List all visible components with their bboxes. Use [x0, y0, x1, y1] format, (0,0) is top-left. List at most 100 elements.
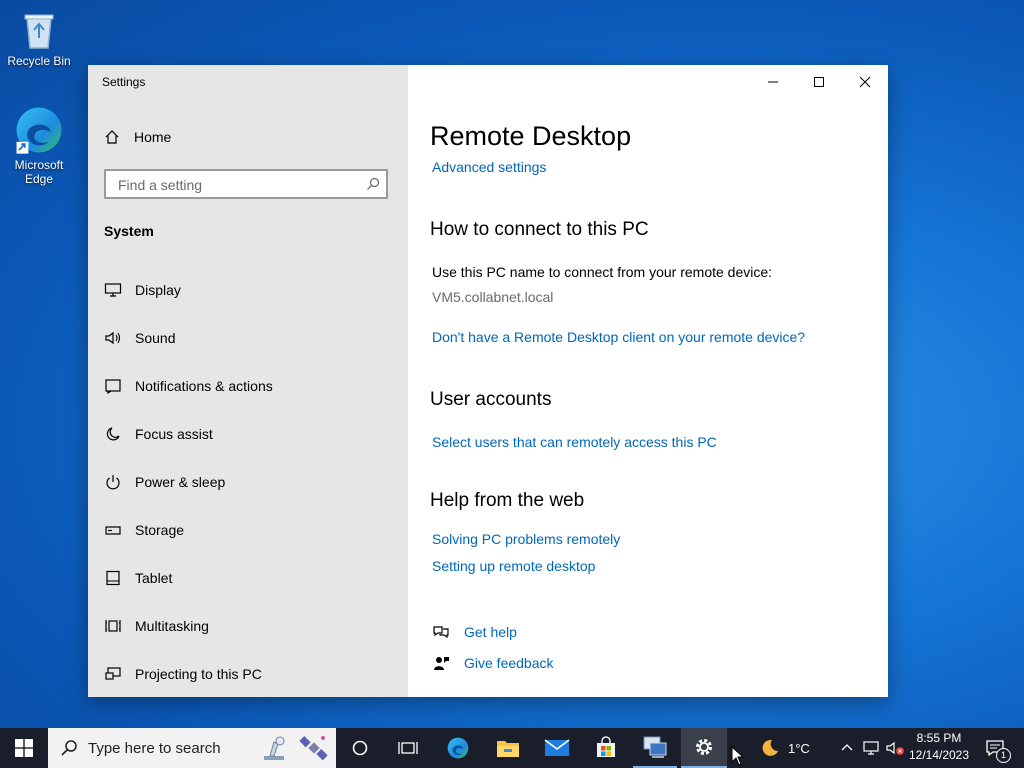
- speaker-icon: [104, 329, 122, 347]
- taskbar-search[interactable]: Type here to search: [48, 728, 336, 768]
- taskbar: Type here to search 1°C 8:55 PM 12/14/20…: [0, 728, 1024, 768]
- feedback-icon: [434, 657, 449, 670]
- monitor-icon: [104, 281, 122, 299]
- connect-heading: How to connect to this PC: [430, 219, 649, 240]
- sidebar-item-label: Notifications & actions: [135, 378, 273, 394]
- search-box[interactable]: [104, 169, 388, 199]
- show-hidden-icons-button[interactable]: [838, 728, 856, 768]
- sidebar-item-label: Projecting to this PC: [135, 666, 262, 682]
- advanced-settings-link[interactable]: Advanced settings: [432, 159, 546, 175]
- sidebar-item-notifications[interactable]: Notifications & actions: [104, 374, 273, 398]
- cortana-icon: [352, 740, 368, 756]
- sidebar-item-tablet[interactable]: Tablet: [104, 566, 172, 590]
- home-icon: [105, 130, 119, 144]
- search-icon: [61, 740, 77, 756]
- taskbar-file-explorer[interactable]: [486, 728, 530, 768]
- connect-text: Use this PC name to connect from your re…: [432, 264, 773, 280]
- satellite-icon: [299, 736, 328, 761]
- get-help-label: Get help: [464, 624, 517, 640]
- sidebar-item-label: Multitasking: [135, 618, 209, 634]
- sidebar-item-label: Tablet: [135, 570, 173, 586]
- sidebar-item-label: Power & sleep: [135, 474, 226, 490]
- windows-logo-icon: [15, 739, 33, 757]
- client-link[interactable]: Don't have a Remote Desktop client on yo…: [432, 329, 805, 345]
- task-view-icon: [398, 742, 418, 754]
- web-heading: Help from the web: [430, 490, 585, 511]
- get-help-link[interactable]: Get help: [432, 624, 517, 640]
- sidebar-item-home[interactable]: Home: [104, 129, 171, 145]
- power-icon: [104, 473, 122, 491]
- clock-date: 12/14/2023: [908, 748, 970, 762]
- settings-window: Settings Home System Display: [88, 65, 888, 697]
- desktop-icon-recycle-bin[interactable]: Recycle Bin: [3, 8, 75, 68]
- search-icon: [367, 177, 380, 190]
- pc-name: VM5.collabnet.local: [432, 289, 554, 305]
- select-users-link[interactable]: Select users that can remotely access th…: [432, 434, 717, 450]
- chevron-up-icon: [841, 744, 853, 751]
- close-icon: [859, 76, 871, 88]
- desktop-icon-label: Microsoft Edge: [14, 158, 64, 186]
- give-feedback-label: Give feedback: [464, 655, 554, 671]
- start-button[interactable]: [0, 728, 48, 768]
- mouse-cursor-icon: [731, 746, 745, 766]
- minimize-button[interactable]: [763, 73, 783, 91]
- microscope-icon: [264, 736, 285, 760]
- accounts-heading: User accounts: [430, 389, 552, 410]
- tablet-icon: [104, 569, 122, 587]
- taskbar-edge[interactable]: [436, 728, 480, 768]
- taskbar-settings[interactable]: [681, 728, 727, 768]
- sidebar-item-label: Storage: [135, 522, 185, 538]
- clock-time: 8:55 PM: [916, 731, 962, 745]
- sidebar-item-projecting[interactable]: Projecting to this PC: [104, 662, 262, 686]
- mail-icon: [544, 739, 570, 756]
- sidebar-item-focus-assist[interactable]: Focus assist: [104, 422, 213, 446]
- volume-button[interactable]: [884, 728, 906, 768]
- weather-temp: 1°C: [788, 740, 810, 756]
- projecting-icon: [104, 665, 122, 683]
- sidebar-item-label: Display: [135, 282, 181, 298]
- sidebar: Settings Home System Display: [88, 65, 408, 697]
- maximize-icon: [814, 77, 824, 87]
- sidebar-item-storage[interactable]: Storage: [104, 518, 184, 542]
- page-title: Remote Desktop: [430, 121, 632, 151]
- notification-icon: [104, 377, 122, 395]
- moon-weather-icon: [762, 739, 778, 756]
- sidebar-item-power-sleep[interactable]: Power & sleep: [104, 470, 225, 494]
- desktop-icon-edge[interactable]: Microsoft Edge: [3, 104, 75, 186]
- sidebar-item-display[interactable]: Display: [104, 278, 181, 302]
- moon-icon: [104, 425, 122, 443]
- setup-remote-link[interactable]: Setting up remote desktop: [432, 558, 595, 574]
- volume-muted-icon: [886, 741, 904, 755]
- storage-icon: [104, 521, 122, 539]
- action-center-button[interactable]: 1: [978, 728, 1012, 768]
- edge-icon: [16, 107, 62, 154]
- minimize-icon: [768, 81, 778, 83]
- sidebar-item-label: Focus assist: [135, 426, 213, 442]
- clock[interactable]: 8:55 PM 12/14/2023: [906, 731, 972, 762]
- solving-problems-link[interactable]: Solving PC problems remotely: [432, 531, 620, 547]
- chat-help-icon: [433, 626, 449, 639]
- edge-icon: [447, 737, 469, 759]
- search-input[interactable]: [116, 176, 360, 194]
- gear-icon: [696, 739, 712, 755]
- taskbar-store[interactable]: [584, 728, 628, 768]
- taskbar-search-placeholder: Type here to search: [88, 739, 221, 757]
- taskbar-mail[interactable]: [535, 728, 579, 768]
- maximize-button[interactable]: [809, 73, 829, 91]
- close-button[interactable]: [855, 73, 875, 91]
- network-button[interactable]: [860, 728, 882, 768]
- sidebar-item-multitasking[interactable]: Multitasking: [104, 614, 209, 638]
- main-content: Remote Desktop Advanced settings How to …: [408, 65, 888, 697]
- recycle-bin-icon: [24, 14, 54, 49]
- notification-badge: 1: [996, 748, 1011, 763]
- multitasking-icon: [104, 617, 122, 635]
- remote-desktop-icon: [643, 736, 667, 758]
- sidebar-item-sound[interactable]: Sound: [104, 326, 175, 350]
- folder-icon: [497, 741, 519, 757]
- taskbar-remote-desktop[interactable]: [633, 728, 677, 768]
- weather-widget[interactable]: 1°C: [758, 728, 824, 768]
- give-feedback-link[interactable]: Give feedback: [432, 655, 554, 671]
- cortana-button[interactable]: [338, 728, 382, 768]
- task-view-button[interactable]: [386, 728, 430, 768]
- window-title: Settings: [102, 75, 146, 89]
